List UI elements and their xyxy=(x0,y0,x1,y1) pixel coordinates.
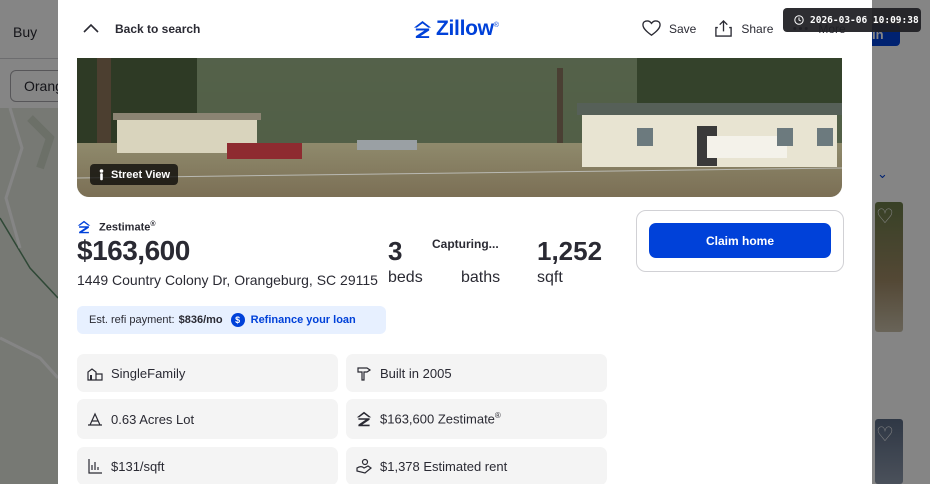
fact-estimated-rent: $1,378 Estimated rent xyxy=(346,447,607,484)
back-to-search-label: Back to search xyxy=(115,22,201,36)
price: $163,600 xyxy=(77,235,190,266)
price-per-sqft-icon xyxy=(88,459,102,474)
fact-text: SingleFamily xyxy=(111,365,186,381)
person-icon xyxy=(99,168,104,180)
zestimate-label: Zestimate® xyxy=(99,221,156,234)
zestimate-heading: Zestimate® xyxy=(77,220,156,234)
property-modal: Back to search Zillow ® Save Share Stree… xyxy=(58,0,872,484)
refi-amount: $836/mo xyxy=(178,314,223,326)
property-photo[interactable] xyxy=(77,58,842,197)
modal-header: Back to search Zillow ® Save Share xyxy=(58,0,872,58)
clock-icon xyxy=(794,15,804,25)
heart-icon xyxy=(642,20,661,36)
share-button[interactable]: Share xyxy=(714,19,773,38)
share-icon xyxy=(715,19,733,37)
hammer-icon xyxy=(357,367,372,381)
zestimate-text: Zestimate xyxy=(99,221,151,234)
dollar-icon: $ xyxy=(230,313,245,327)
fact-year-built: Built in 2005 xyxy=(346,354,607,392)
fact-price-per-sqft: $131/sqft xyxy=(77,447,338,484)
fact-text: $131/sqft xyxy=(111,458,165,474)
zillow-logo[interactable]: Zillow ® xyxy=(413,17,499,41)
rent-icon xyxy=(356,458,372,474)
claim-home-button[interactable]: Claim home xyxy=(649,223,831,258)
timestamp-text: 2026-03-06 10:09:38 xyxy=(810,14,919,26)
fact-text: 0.63 Acres Lot xyxy=(111,411,195,427)
home-type-icon xyxy=(87,368,103,381)
beds-value: 3 xyxy=(388,236,403,266)
beds-label: beds xyxy=(388,269,423,286)
save-button[interactable]: Save xyxy=(642,19,696,38)
timestamp-badge: 2026-03-06 10:09:38 xyxy=(783,8,921,32)
zestimate-reg-mark: ® xyxy=(150,220,156,228)
fact-zestimate: $163,600 Zestimate® xyxy=(346,399,607,439)
beds-stat: 3 beds xyxy=(388,236,423,287)
zillow-logo-icon xyxy=(413,20,432,38)
fact-zestimate-wrapper: $163,600 Zestimate® xyxy=(380,411,501,426)
baths-value: Capturing... xyxy=(432,237,499,251)
street-view-button[interactable]: Street View xyxy=(90,164,179,185)
house-photo-image xyxy=(77,58,842,197)
chevron-up-icon xyxy=(83,23,99,33)
fact-text: $163,600 Zestimate xyxy=(380,411,495,427)
refi-banner: Est. refi payment: $836/mo $ Refinance y… xyxy=(77,306,386,334)
fact-text: $1,378 Estimated rent xyxy=(380,458,508,474)
sqft-label: sqft xyxy=(537,269,563,286)
refinance-link[interactable]: Refinance your loan xyxy=(251,314,356,326)
sqft-value: 1,252 xyxy=(537,236,603,266)
save-label: Save xyxy=(669,21,697,36)
zestimate-logo-icon xyxy=(77,220,91,234)
fact-lot-size: 0.63 Acres Lot xyxy=(77,399,338,439)
fact-home-type: SingleFamily xyxy=(77,354,338,392)
zillow-logo-text: Zillow xyxy=(436,17,494,40)
address: 1449 Country Colony Dr, Orangeburg, SC 2… xyxy=(77,272,378,288)
registered-mark: ® xyxy=(493,21,499,29)
fact-text: Built in 2005 xyxy=(380,365,452,381)
back-to-search-button[interactable]: Back to search xyxy=(82,16,200,42)
sqft-stat: 1,252 sqft xyxy=(537,236,602,287)
street-view-label: Street View xyxy=(111,168,171,181)
lot-icon xyxy=(88,412,102,426)
refi-label: Est. refi payment: xyxy=(89,314,175,326)
fact-reg-mark: ® xyxy=(494,411,501,421)
claim-home-card: Claim home xyxy=(636,210,844,272)
share-label: Share xyxy=(741,21,774,36)
baths-label: baths xyxy=(461,269,501,286)
zestimate-icon xyxy=(356,411,372,427)
